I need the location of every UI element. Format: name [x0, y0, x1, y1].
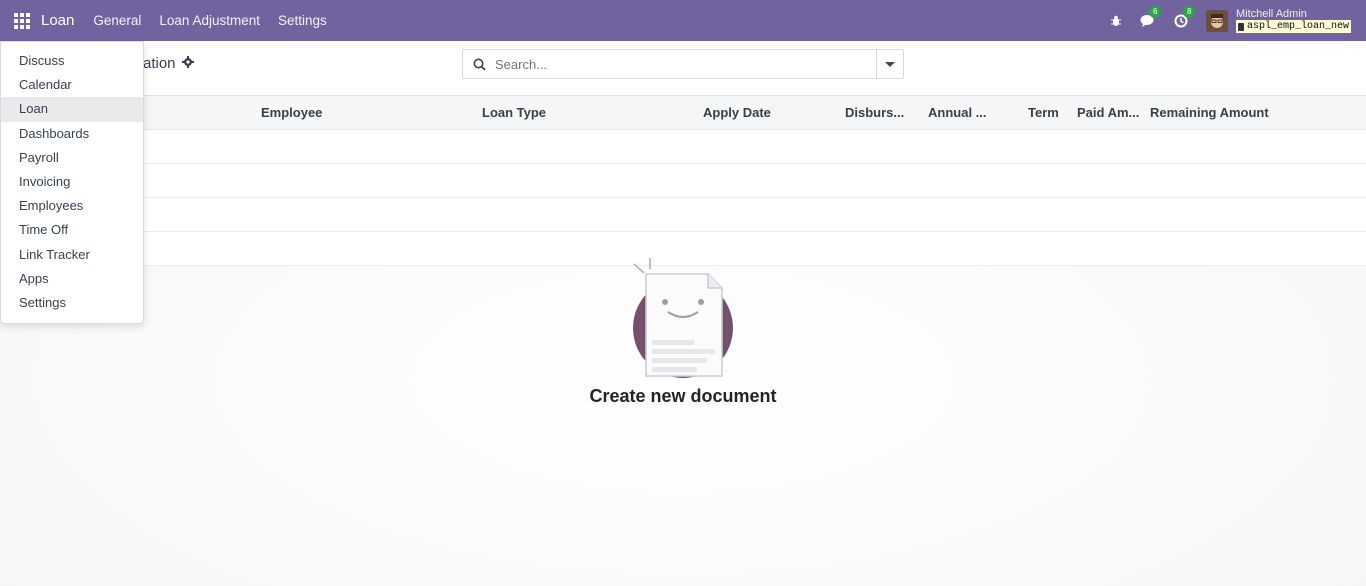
app-item-employees[interactable]: Employees — [1, 194, 143, 218]
apps-dropdown: Discuss Calendar Loan Dashboards Payroll… — [0, 41, 144, 324]
apps-grid-icon — [14, 12, 30, 29]
column-disbursement[interactable]: Disburs... — [845, 105, 904, 120]
column-paid-amount[interactable]: Paid Am... — [1077, 105, 1139, 120]
column-annual[interactable]: Annual ... — [928, 105, 987, 120]
menu-loan-adjustment[interactable]: Loan Adjustment — [150, 13, 269, 28]
breadcrumb: ation — [143, 55, 194, 72]
page-title: ation — [143, 55, 176, 72]
column-apply-date[interactable]: Apply Date — [703, 105, 771, 120]
app-item-payroll[interactable]: Payroll — [1, 146, 143, 170]
app-item-time-off[interactable]: Time Off — [1, 218, 143, 242]
database-label: aspl_emp_loan_new — [1246, 21, 1349, 32]
activities-button[interactable]: 8 — [1174, 5, 1196, 28]
bug-icon — [1110, 15, 1121, 26]
user-name: Mitchell Admin — [1235, 8, 1307, 20]
column-loan-type[interactable]: Loan Type — [482, 105, 546, 120]
empty-document-illustration — [630, 256, 740, 381]
column-employee[interactable]: Employee — [261, 105, 322, 120]
activities-count-badge: 8 — [1182, 5, 1196, 18]
search-bar — [462, 49, 904, 79]
debug-toggle[interactable] — [1110, 15, 1122, 27]
app-item-settings[interactable]: Settings — [1, 291, 143, 315]
app-item-calendar[interactable]: Calendar — [1, 73, 143, 97]
list-header: Employee Loan Type Apply Date Disburs...… — [0, 96, 1366, 130]
control-panel: ation — [0, 41, 1366, 96]
app-item-dashboards[interactable]: Dashboards — [1, 122, 143, 146]
apps-menu-button[interactable] — [0, 0, 44, 41]
app-item-invoicing[interactable]: Invoicing — [1, 170, 143, 194]
database-name: aspl_emp_loan_new — [1235, 20, 1351, 33]
main-navbar: Loan General Loan Adjustment Settings 6 — [0, 0, 1366, 41]
app-item-link-tracker[interactable]: Link Tracker — [1, 243, 143, 267]
avatar[interactable] — [1205, 9, 1228, 32]
systray: 6 8 Mitchell Admin aspl_emp_loan_new — [1110, 0, 1366, 41]
gear-icon[interactable] — [181, 55, 194, 72]
empty-state-title: Create new document — [589, 386, 777, 406]
app-item-discuss[interactable]: Discuss — [1, 49, 143, 73]
search-options-toggle[interactable] — [876, 50, 903, 78]
user-menu[interactable]: Mitchell Admin aspl_emp_loan_new — [1235, 8, 1351, 33]
column-term[interactable]: Term — [1028, 105, 1059, 120]
app-item-loan[interactable]: Loan — [1, 97, 143, 122]
table-row — [0, 130, 1366, 164]
database-icon — [1237, 22, 1244, 31]
search-input[interactable] — [495, 51, 876, 77]
table-row — [0, 164, 1366, 198]
menu-general[interactable]: General — [84, 13, 150, 28]
messages-button[interactable]: 6 — [1140, 6, 1162, 27]
column-remaining-amount[interactable]: Remaining Amount — [1150, 105, 1269, 120]
list-view: Employee Loan Type Apply Date Disburs...… — [0, 96, 1366, 586]
menu-settings[interactable]: Settings — [269, 13, 336, 28]
table-row — [0, 198, 1366, 232]
messages-count-badge: 6 — [1148, 6, 1162, 18]
app-item-apps[interactable]: Apps — [1, 267, 143, 291]
search-icon — [463, 58, 495, 71]
caret-down-icon — [885, 61, 895, 67]
app-brand[interactable]: Loan — [41, 12, 74, 29]
